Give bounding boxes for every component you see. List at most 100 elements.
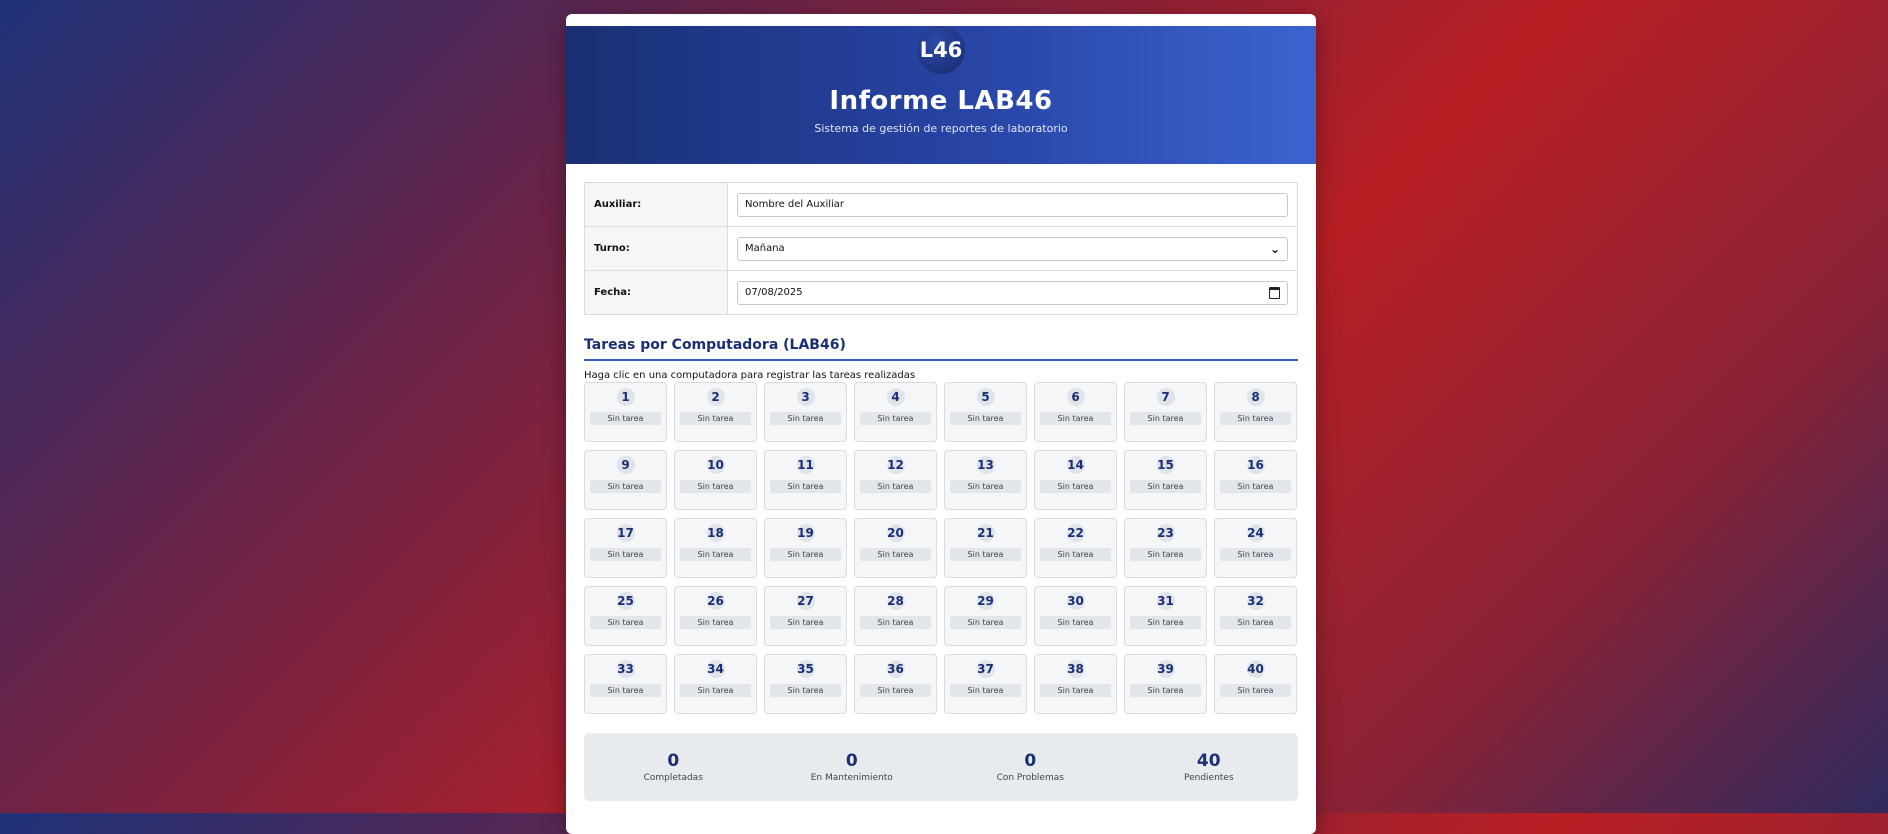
computer-card[interactable]: 23 Sin tarea [1124, 518, 1207, 578]
computer-card[interactable]: 3 Sin tarea [764, 382, 847, 442]
computer-card[interactable]: 38 Sin tarea [1034, 654, 1117, 714]
computer-status: Sin tarea [1220, 616, 1291, 629]
computer-number: 9 [616, 456, 635, 474]
computer-card[interactable]: 31 Sin tarea [1124, 586, 1207, 646]
computer-number: 24 [1246, 524, 1265, 542]
computer-status: Sin tarea [1130, 684, 1201, 697]
computer-card[interactable]: 18 Sin tarea [674, 518, 757, 578]
computer-number: 14 [1066, 456, 1085, 474]
computer-status: Sin tarea [1130, 412, 1201, 425]
computer-card[interactable]: 17 Sin tarea [584, 518, 667, 578]
computer-card[interactable]: 36 Sin tarea [854, 654, 937, 714]
computer-status: Sin tarea [1130, 480, 1201, 493]
stat-mantenimiento: 0 En Mantenimiento [782, 751, 922, 783]
computer-status: Sin tarea [1040, 412, 1111, 425]
computer-card[interactable]: 6 Sin tarea [1034, 382, 1117, 442]
computer-card[interactable]: 35 Sin tarea [764, 654, 847, 714]
computer-card[interactable]: 26 Sin tarea [674, 586, 757, 646]
logo: L46 [917, 26, 965, 74]
computer-card[interactable]: 13 Sin tarea [944, 450, 1027, 510]
computer-card[interactable]: 33 Sin tarea [584, 654, 667, 714]
computer-status: Sin tarea [950, 548, 1021, 561]
computer-number: 3 [796, 388, 815, 406]
computer-card[interactable]: 40 Sin tarea [1214, 654, 1297, 714]
computer-grid: 1 Sin tarea 2 Sin tarea 3 Sin tarea 4 Sin tarea… [584, 382, 1298, 714]
computer-card[interactable]: 20 Sin tarea [854, 518, 937, 578]
computer-status: Sin tarea [590, 684, 661, 697]
computer-number: 17 [616, 524, 635, 542]
computer-number: 15 [1156, 456, 1175, 474]
auxiliar-input[interactable]: Nombre del Auxiliar [737, 192, 1288, 217]
computer-number: 8 [1246, 388, 1265, 406]
computer-status: Sin tarea [1040, 548, 1111, 561]
computer-card[interactable]: 4 Sin tarea [854, 382, 937, 442]
computer-card[interactable]: 10 Sin tarea [674, 450, 757, 510]
fecha-input[interactable]: 07/08/2025 [737, 280, 1288, 305]
computer-card[interactable]: 27 Sin tarea [764, 586, 847, 646]
computer-card[interactable]: 9 Sin tarea [584, 450, 667, 510]
stat-completadas: 0 Completadas [603, 751, 743, 783]
computer-card[interactable]: 7 Sin tarea [1124, 382, 1207, 442]
computer-number: 19 [796, 524, 815, 542]
auxiliar-label: Auxiliar: [584, 182, 728, 227]
computer-number: 31 [1156, 592, 1175, 610]
computer-card[interactable]: 15 Sin tarea [1124, 450, 1207, 510]
tasks-hint: Haga clic en una computadora para regist… [584, 370, 916, 381]
computer-status: Sin tarea [680, 412, 751, 425]
computer-number: 27 [796, 592, 815, 610]
computer-number: 28 [886, 592, 905, 610]
calendar-icon[interactable] [1269, 286, 1280, 299]
header: L46 Informe LAB46 Sistema de gestión de … [566, 26, 1316, 164]
computer-card[interactable]: 28 Sin tarea [854, 586, 937, 646]
stat-problemas: 0 Con Problemas [960, 751, 1100, 783]
computer-card[interactable]: 30 Sin tarea [1034, 586, 1117, 646]
computer-card[interactable]: 22 Sin tarea [1034, 518, 1117, 578]
computer-status: Sin tarea [950, 684, 1021, 697]
fecha-row: Fecha: 07/08/2025 [584, 270, 1298, 315]
computer-card[interactable]: 32 Sin tarea [1214, 586, 1297, 646]
turno-select-value: Mañana [745, 243, 785, 254]
computer-status: Sin tarea [1040, 684, 1111, 697]
computer-card[interactable]: 2 Sin tarea [674, 382, 757, 442]
stat-mantenimiento-label: En Mantenimiento [810, 773, 893, 783]
computer-card[interactable]: 25 Sin tarea [584, 586, 667, 646]
computer-card[interactable]: 14 Sin tarea [1034, 450, 1117, 510]
stat-pendientes-label: Pendientes [1183, 773, 1234, 783]
computer-card[interactable]: 1 Sin tarea [584, 382, 667, 442]
computer-number: 29 [976, 592, 995, 610]
computer-card[interactable]: 34 Sin tarea [674, 654, 757, 714]
computer-number: 20 [886, 524, 905, 542]
computer-status: Sin tarea [1220, 480, 1291, 493]
chevron-down-icon: ⌄ [1269, 241, 1280, 256]
stat-completadas-value: 0 [667, 751, 680, 771]
computer-card[interactable]: 21 Sin tarea [944, 518, 1027, 578]
computer-number: 22 [1066, 524, 1085, 542]
computer-card[interactable]: 11 Sin tarea [764, 450, 847, 510]
computer-number: 26 [706, 592, 725, 610]
turno-row: Turno: Mañana ⌄ [584, 226, 1298, 271]
computer-card[interactable]: 16 Sin tarea [1214, 450, 1297, 510]
computer-card[interactable]: 37 Sin tarea [944, 654, 1027, 714]
computer-number: 12 [886, 456, 905, 474]
computer-number: 32 [1246, 592, 1265, 610]
computer-number: 33 [616, 660, 635, 678]
computer-card[interactable]: 5 Sin tarea [944, 382, 1027, 442]
computer-card[interactable]: 19 Sin tarea [764, 518, 847, 578]
computer-number: 38 [1066, 660, 1085, 678]
computer-status: Sin tarea [770, 412, 841, 425]
computer-status: Sin tarea [1130, 548, 1201, 561]
computer-card[interactable]: 24 Sin tarea [1214, 518, 1297, 578]
computer-status: Sin tarea [770, 616, 841, 629]
computer-card[interactable]: 12 Sin tarea [854, 450, 937, 510]
computer-number: 5 [976, 388, 995, 406]
turno-select[interactable]: Mañana ⌄ [737, 236, 1288, 261]
computer-number: 11 [796, 456, 815, 474]
auxiliar-row: Auxiliar: Nombre del Auxiliar [584, 182, 1298, 227]
report-card: L46 Informe LAB46 Sistema de gestión de … [566, 14, 1316, 834]
computer-status: Sin tarea [590, 616, 661, 629]
computer-number: 40 [1246, 660, 1265, 678]
computer-card[interactable]: 8 Sin tarea [1214, 382, 1297, 442]
computer-card[interactable]: 29 Sin tarea [944, 586, 1027, 646]
stat-mantenimiento-value: 0 [845, 751, 858, 771]
computer-card[interactable]: 39 Sin tarea [1124, 654, 1207, 714]
